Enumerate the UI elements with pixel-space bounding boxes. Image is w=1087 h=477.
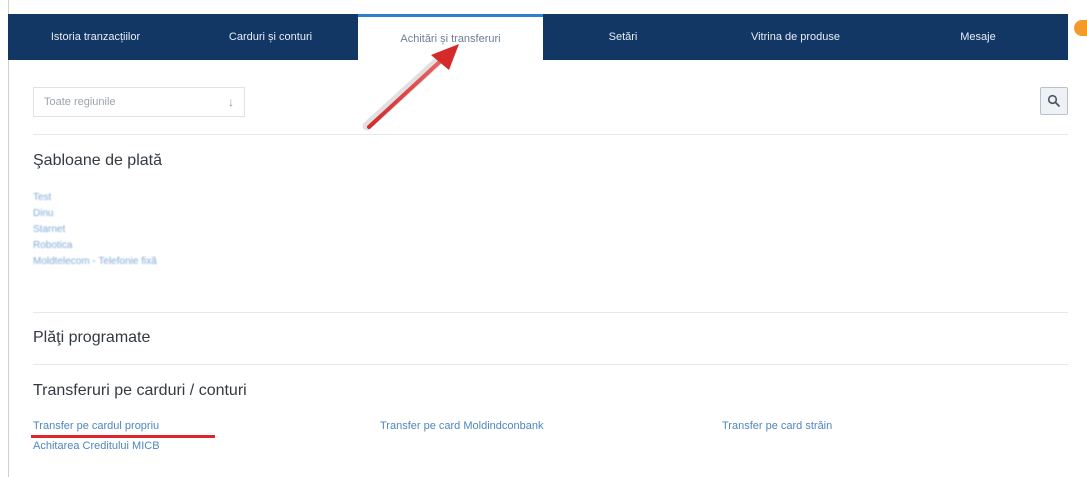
annotation-arrow (362, 44, 459, 131)
